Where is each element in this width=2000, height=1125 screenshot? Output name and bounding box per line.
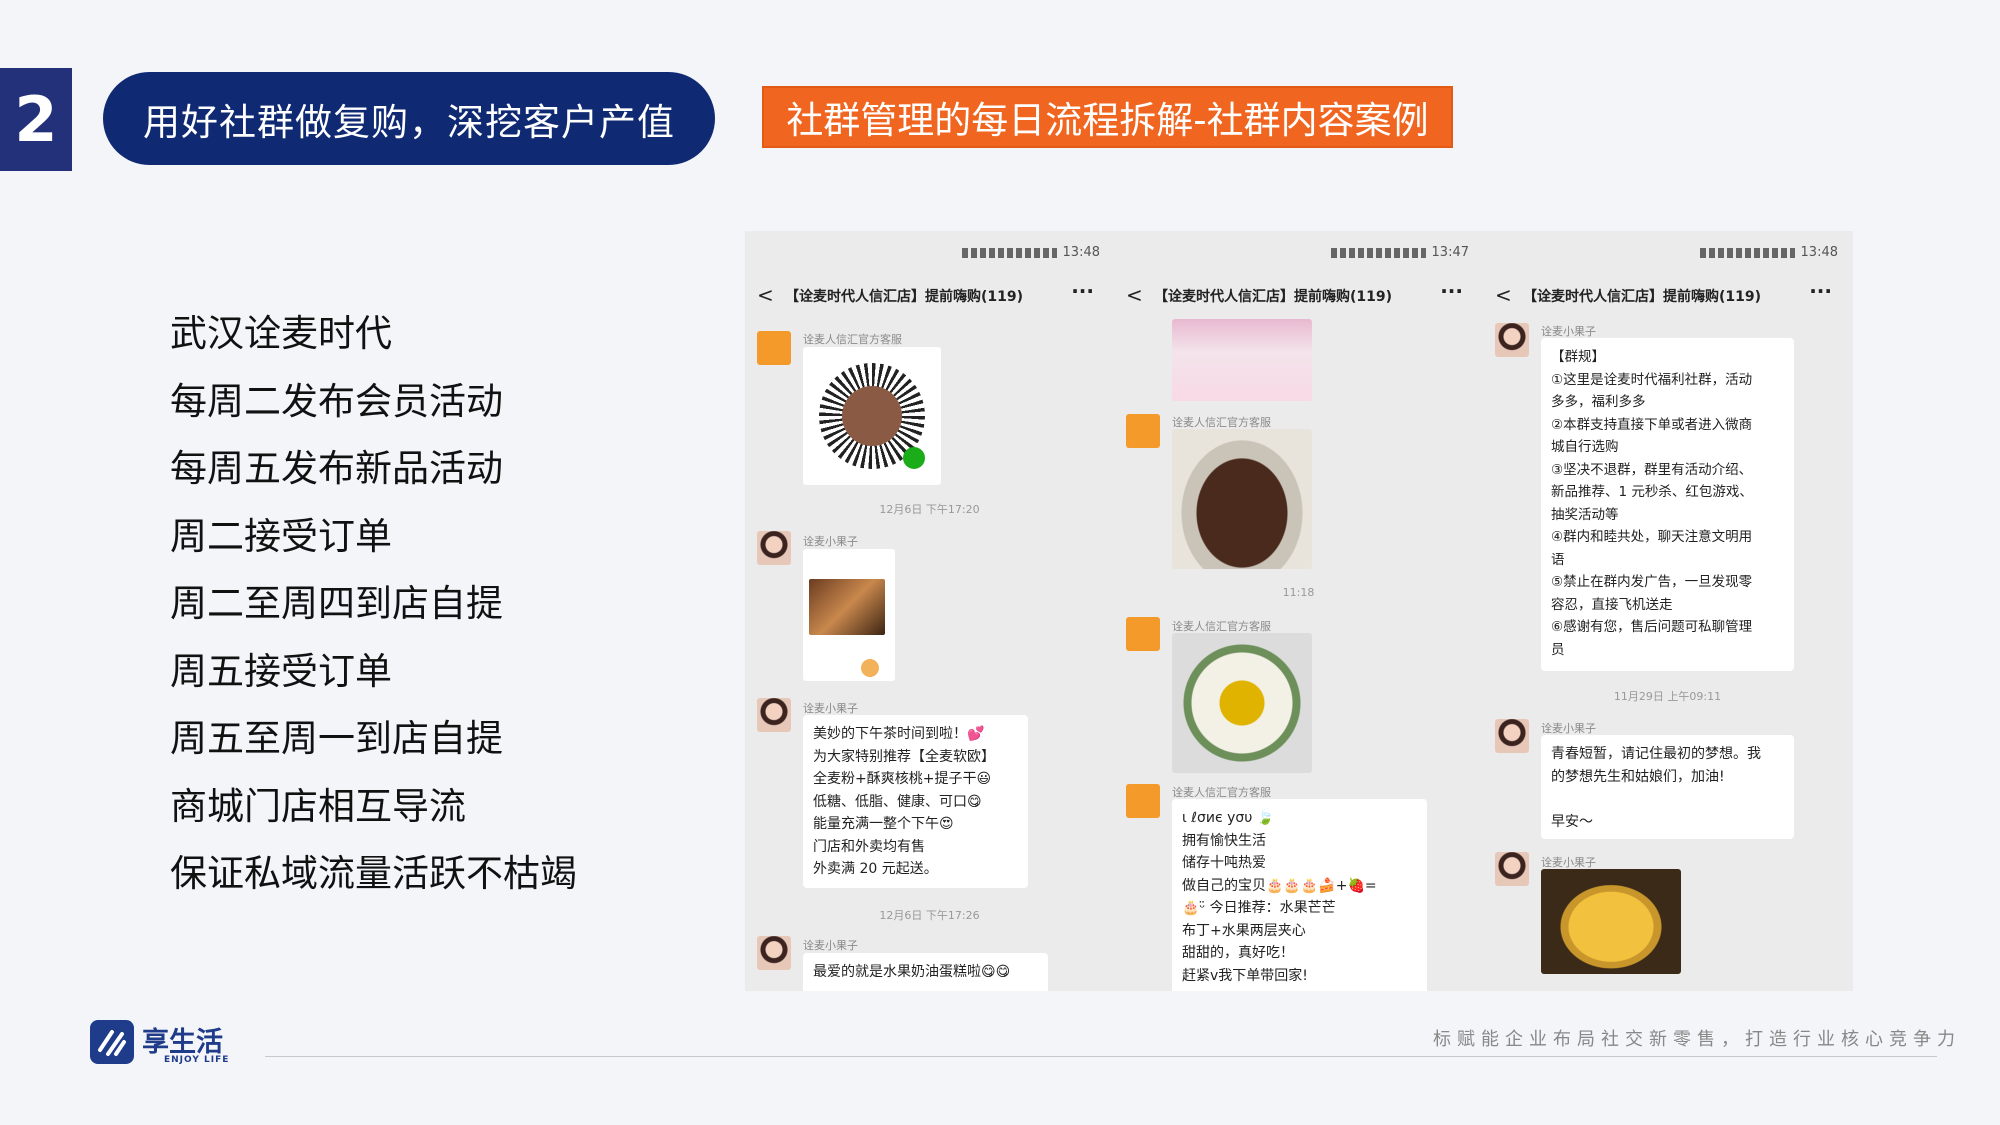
message-bubble: 青春短暂，请记住最初的梦想。我 的梦想先生和姑娘们，加油! 早安～ — [1541, 735, 1794, 839]
message-sender: 诠麦小果子 — [1541, 325, 1596, 338]
message-timestamp: 12月6日 下午17:20 — [879, 503, 980, 516]
store-avatar[interactable] — [1126, 784, 1160, 818]
bullet-item: 周五至周一到店自提 — [170, 717, 503, 760]
status-icons — [1330, 247, 1426, 258]
message-timestamp: 11:18 — [1282, 586, 1315, 599]
message-sender: 诠麦小果子 — [803, 535, 858, 548]
status-bar: 13:47 — [1330, 245, 1469, 260]
bullet-list: 武汉诠麦时代 每周二发布会员活动 每周五发布新品活动 周二接受订单 周二至周四到… — [170, 300, 577, 908]
bullet-item: 武汉诠麦时代 — [170, 312, 392, 355]
footer-logo: 享生活 ENJOY LIFE — [90, 1020, 250, 1066]
back-arrow-icon[interactable]: < — [757, 283, 774, 307]
chat-screenshots: 13:48 < 【诠麦时代人信汇店】提前嗨购(119) ··· 诠麦人信汇官方客… — [745, 231, 1853, 991]
chat-header: < 【诠麦时代人信汇店】提前嗨购(119) ··· — [1483, 279, 1852, 313]
cake-photo[interactable] — [1172, 429, 1312, 569]
status-bar: 13:48 — [961, 245, 1100, 260]
user-avatar[interactable] — [1495, 852, 1529, 886]
status-bar: 13:48 — [1699, 245, 1838, 260]
more-options-icon[interactable]: ··· — [1071, 279, 1094, 303]
message-timestamp: 12月6日 下午17:26 — [879, 909, 980, 922]
brand-subtitle: ENJOY LIFE — [164, 1055, 230, 1065]
message-sender: 诠麦人信汇官方客服 — [1172, 416, 1271, 429]
user-avatar[interactable] — [757, 936, 791, 970]
message-sender: 诠麦小果子 — [1541, 856, 1596, 869]
bullet-item: 商城门店相互导流 — [170, 784, 466, 828]
store-avatar[interactable] — [757, 331, 791, 365]
user-avatar[interactable] — [757, 698, 791, 732]
bullet-item: 保证私域流量活跃不枯竭 — [170, 852, 577, 895]
message-sender: 诠麦人信汇官方客服 — [803, 333, 902, 346]
store-avatar[interactable] — [1126, 617, 1160, 651]
brand-name: 享生活 — [142, 1027, 223, 1058]
status-icons — [961, 247, 1057, 258]
cake-photo[interactable] — [1172, 319, 1312, 401]
chat-title: 【诠麦时代人信汇店】提前嗨购(119) — [1154, 289, 1393, 305]
user-avatar[interactable] — [1495, 323, 1529, 357]
qr-code-image[interactable] — [803, 347, 941, 485]
bullet-item: 周二接受订单 — [170, 514, 392, 558]
phone-screenshot-1: 13:48 < 【诠麦时代人信汇店】提前嗨购(119) ··· 诠麦人信汇官方客… — [745, 231, 1114, 991]
brand-logo-icon — [90, 1020, 134, 1064]
chat-title: 【诠麦时代人信汇店】提前嗨购(119) — [1523, 289, 1762, 305]
message-bubble: 最爱的就是水果奶油蛋糕啦😋😋 — [803, 953, 1048, 991]
cake-photo[interactable] — [1172, 633, 1312, 773]
bullet-item: 每周五发布新品活动 — [170, 447, 503, 490]
subtopic-banner: 社群管理的每日流程拆解-社群内容案例 — [762, 86, 1453, 148]
message-sender: 诠麦人信汇官方客服 — [1172, 620, 1271, 633]
slide-number-badge: 2 — [0, 68, 72, 171]
status-time: 13:48 — [1062, 245, 1100, 260]
chat-title: 【诠麦时代人信汇店】提前嗨购(119) — [785, 289, 1024, 305]
section-title-pill: 用好社群做复购，深挖客户产值 — [103, 72, 715, 165]
message-bubble: ι ℓσиє уσυ 🍃 拥有愉快生活 储存十吨热爱 做自己的宝贝🎂🎂🎂🍰+🍓=… — [1172, 799, 1427, 991]
chat-header: < 【诠麦时代人信汇店】提前嗨购(119) ··· — [1114, 279, 1483, 313]
chat-header: < 【诠麦时代人信汇店】提前嗨购(119) ··· — [745, 279, 1114, 313]
user-avatar[interactable] — [1495, 719, 1529, 753]
phone-screenshot-2: 13:47 < 【诠麦时代人信汇店】提前嗨购(119) ··· 诠麦人信汇官方客… — [1114, 231, 1483, 991]
status-time: 13:47 — [1431, 245, 1469, 260]
message-sender: 诠麦小果子 — [1541, 722, 1596, 735]
bread-photo[interactable] — [1541, 869, 1681, 974]
product-card-image[interactable] — [803, 549, 895, 681]
group-rules-bubble: 【群规】 ①这里是诠麦时代福利社群，活动 多多，福利多多 ②本群支持直接下单或者… — [1541, 338, 1794, 671]
phone-screenshot-3: 13:48 < 【诠麦时代人信汇店】提前嗨购(119) ··· 诠麦小果子 【群… — [1483, 231, 1852, 991]
bullet-item: 每周二发布会员活动 — [170, 379, 503, 423]
status-icons — [1699, 247, 1795, 258]
store-avatar[interactable] — [1126, 414, 1160, 448]
more-options-icon[interactable]: ··· — [1809, 279, 1832, 303]
message-sender: 诠麦人信汇官方客服 — [1172, 786, 1271, 799]
message-bubble: 美妙的下午茶时间到啦！💕 为大家特别推荐【全麦软欧】 全麦粉+酥爽核桃+提子干😃… — [803, 715, 1028, 888]
footer-divider — [265, 1056, 1937, 1057]
more-options-icon[interactable]: ··· — [1440, 279, 1463, 303]
status-time: 13:48 — [1800, 245, 1838, 260]
bullet-item: 周五接受订单 — [170, 649, 392, 693]
message-timestamp: 11月29日 上午09:11 — [1613, 690, 1722, 703]
user-avatar[interactable] — [757, 531, 791, 565]
bullet-item: 周二至周四到店自提 — [170, 582, 503, 625]
footer-slogan: 标赋能企业布局社交新零售，打造行业核心竞争力 — [1433, 1029, 1961, 1050]
message-sender: 诠麦小果子 — [803, 702, 858, 715]
message-sender: 诠麦小果子 — [803, 939, 858, 952]
back-arrow-icon[interactable]: < — [1495, 283, 1512, 307]
back-arrow-icon[interactable]: < — [1126, 283, 1143, 307]
